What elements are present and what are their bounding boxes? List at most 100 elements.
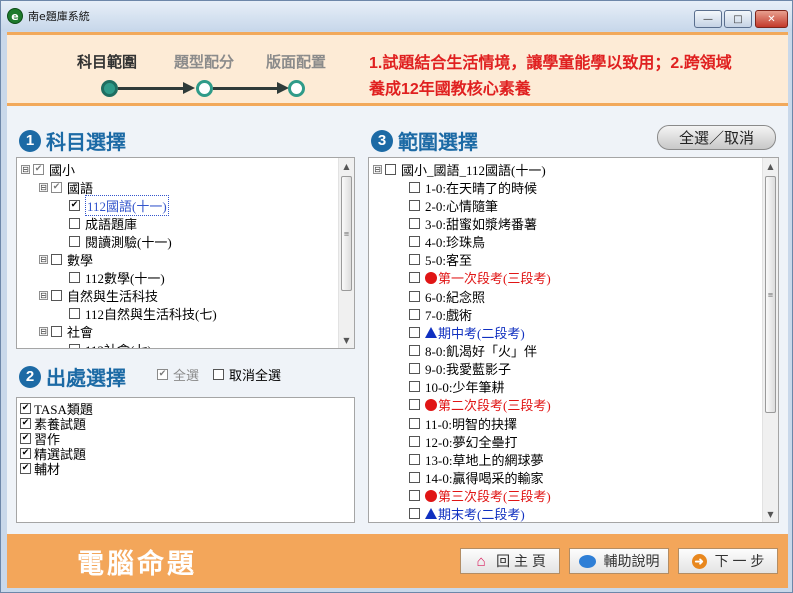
scroll-up-icon[interactable]: ▲ xyxy=(763,158,778,174)
select-all-toggle-button[interactable]: 全選／取消 xyxy=(657,125,776,150)
tree-item[interactable]: ⊟ ✔ 國小 xyxy=(21,160,75,178)
scroll-thumb[interactable]: ≡ xyxy=(765,176,776,413)
deselect-all-checkbox[interactable]: 取消全選 xyxy=(213,365,281,384)
source-item[interactable]: ✔ 輔材 xyxy=(20,461,60,477)
title-bar[interactable]: e 南e題庫系統 — □ ✕ xyxy=(1,1,792,31)
tree-checkbox[interactable] xyxy=(409,417,420,429)
range-item[interactable]: 6-0:紀念照 xyxy=(409,287,485,305)
range-item[interactable]: 11-0:明智的抉擇 xyxy=(409,414,517,432)
range-item[interactable]: 9-0:我愛藍影子 xyxy=(409,360,511,378)
tree-checkbox[interactable]: ✔ xyxy=(51,181,62,193)
tree-checkbox[interactable] xyxy=(409,199,420,211)
collapse-icon[interactable]: ⊟ xyxy=(39,326,48,336)
range-item[interactable]: 7-0:戲術 xyxy=(409,305,472,323)
tree-item[interactable]: ⊟ 自然與生活科技 xyxy=(39,286,158,304)
tree-checkbox[interactable] xyxy=(51,325,62,337)
vertical-scrollbar[interactable]: ▲ ≡ ▼ xyxy=(762,158,778,522)
tree-item[interactable]: 112自然與生活科技(七) xyxy=(57,304,217,322)
vertical-scrollbar[interactable]: ▲ ≡ ▼ xyxy=(338,158,354,348)
next-button[interactable]: ➜ 下 一 步 xyxy=(678,548,778,574)
step-label-subject-range[interactable]: 科目範圍 xyxy=(77,51,137,72)
tree-checkbox[interactable] xyxy=(409,472,420,484)
collapse-icon[interactable]: ⊟ xyxy=(39,290,48,300)
tree-item[interactable]: ⊟ ✔ 國語 xyxy=(39,178,93,196)
range-item[interactable]: 第二次段考(三段考) xyxy=(409,396,551,414)
range-item[interactable]: 8-0:飢渴好「火」伴 xyxy=(409,342,537,360)
check-icon[interactable]: ✔ xyxy=(20,463,31,474)
scroll-up-icon[interactable]: ▲ xyxy=(339,158,354,174)
step-label-layout[interactable]: 版面配置 xyxy=(266,51,326,72)
scroll-down-icon[interactable]: ▼ xyxy=(763,506,778,522)
scroll-down-icon[interactable]: ▼ xyxy=(339,332,354,348)
tree-checkbox[interactable] xyxy=(69,235,80,247)
tree-item[interactable]: 閱讀測驗(十一) xyxy=(57,232,172,250)
tree-checkbox[interactable] xyxy=(69,343,80,348)
tree-checkbox[interactable] xyxy=(409,308,420,320)
collapse-icon[interactable]: ⊟ xyxy=(39,254,48,264)
check-icon[interactable]: ✔ xyxy=(20,433,31,444)
source-list[interactable]: ✔ TASA類題 ✔ 素養試題 ✔ 習作 ✔ 精選試題 ✔ 輔材 xyxy=(16,397,355,523)
tree-checkbox[interactable] xyxy=(409,490,420,502)
range-root-item[interactable]: ⊟ 國小_國語_112國語(十一) xyxy=(373,160,546,178)
tree-item[interactable]: ⊟ 社會 xyxy=(39,322,93,340)
range-item[interactable]: 14-0:贏得喝采的輸家 xyxy=(409,469,543,487)
check-icon[interactable]: ✔ xyxy=(20,448,31,459)
tree-item[interactable]: 112數學(十一) xyxy=(57,268,165,286)
check-icon[interactable]: ✔ xyxy=(20,418,31,429)
tree-checkbox[interactable] xyxy=(409,181,420,193)
tree-checkbox[interactable]: ✔ xyxy=(69,199,80,211)
collapse-icon[interactable]: ⊟ xyxy=(373,164,382,174)
tree-checkbox[interactable] xyxy=(409,453,420,465)
tree-checkbox[interactable] xyxy=(409,326,420,338)
range-item[interactable]: 期中考(二段考) xyxy=(409,323,525,341)
subject-tree[interactable]: ⊟ ✔ 國小 ⊟ ✔ 國語 ✔ 112國語(十一) 成語題庫 閱讀測驗(十一) ⊟ 數學 112數學(十… xyxy=(16,157,355,349)
step-label-question-type[interactable]: 題型配分 xyxy=(174,51,234,72)
maximize-button[interactable]: □ xyxy=(724,10,752,28)
scroll-thumb[interactable]: ≡ xyxy=(341,176,352,291)
check-icon[interactable]: ✔ xyxy=(20,403,31,414)
source-section-heading: 2 出處選擇 xyxy=(19,362,126,391)
range-item[interactable]: 13-0:草地上的網球夢 xyxy=(409,450,543,468)
minimize-button[interactable]: — xyxy=(694,10,722,28)
range-tree[interactable]: ⊟ 國小_國語_112國語(十一) 1-0:在天晴了的時候 2-0:心情隨筆 3-0:甜… xyxy=(368,157,779,523)
range-item[interactable]: 1-0:在天晴了的時候 xyxy=(409,178,537,196)
tree-checkbox[interactable] xyxy=(409,272,420,284)
range-item[interactable]: 10-0:少年筆耕 xyxy=(409,378,504,396)
range-item[interactable]: 3-0:甜蜜如漿烤番薯 xyxy=(409,214,537,232)
tree-checkbox[interactable] xyxy=(409,508,420,520)
help-button[interactable]: 輔助說明 xyxy=(569,548,669,574)
tree-checkbox[interactable] xyxy=(409,345,420,356)
tree-checkbox[interactable] xyxy=(409,254,420,266)
tree-checkbox[interactable] xyxy=(409,381,420,393)
tree-item[interactable]: ⊟ 數學 xyxy=(39,250,93,268)
tree-checkbox[interactable] xyxy=(69,271,80,283)
range-item[interactable]: 2-0:心情隨筆 xyxy=(409,196,498,214)
tree-item-label: 國小 xyxy=(49,162,76,178)
tree-checkbox[interactable] xyxy=(409,217,420,229)
tree-checkbox[interactable] xyxy=(409,363,420,375)
tree-checkbox[interactable]: ✔ xyxy=(33,163,44,175)
range-item[interactable]: 期末考(二段考) xyxy=(409,505,525,522)
tree-checkbox[interactable] xyxy=(409,236,420,248)
tree-item[interactable]: ✔ 112國語(十一) xyxy=(57,194,169,216)
tree-checkbox[interactable] xyxy=(69,217,80,229)
range-item[interactable]: 5-0:客至 xyxy=(409,251,472,269)
tree-checkbox[interactable] xyxy=(409,399,420,411)
tree-item[interactable]: 成語題庫 xyxy=(57,214,137,232)
tree-checkbox[interactable] xyxy=(409,435,420,447)
range-item[interactable]: 12-0:夢幻全壘打 xyxy=(409,432,517,450)
collapse-icon[interactable]: ⊟ xyxy=(21,164,30,174)
select-all-checkbox[interactable]: ✔ 全選 xyxy=(157,365,199,384)
range-item[interactable]: 第一次段考(三段考) xyxy=(409,269,551,287)
close-button[interactable]: ✕ xyxy=(755,10,788,28)
tree-checkbox[interactable] xyxy=(409,290,420,302)
home-button[interactable]: ⌂ 回 主 頁 xyxy=(460,548,560,574)
tree-item[interactable]: 112社會(七) xyxy=(57,340,152,348)
tree-checkbox[interactable] xyxy=(51,289,62,301)
range-item[interactable]: 第三次段考(三段考) xyxy=(409,487,551,505)
collapse-icon[interactable]: ⊟ xyxy=(39,182,48,192)
range-item[interactable]: 4-0:珍珠鳥 xyxy=(409,233,485,251)
tree-checkbox[interactable] xyxy=(69,307,80,319)
tree-checkbox[interactable] xyxy=(385,163,396,175)
tree-checkbox[interactable] xyxy=(51,253,62,265)
